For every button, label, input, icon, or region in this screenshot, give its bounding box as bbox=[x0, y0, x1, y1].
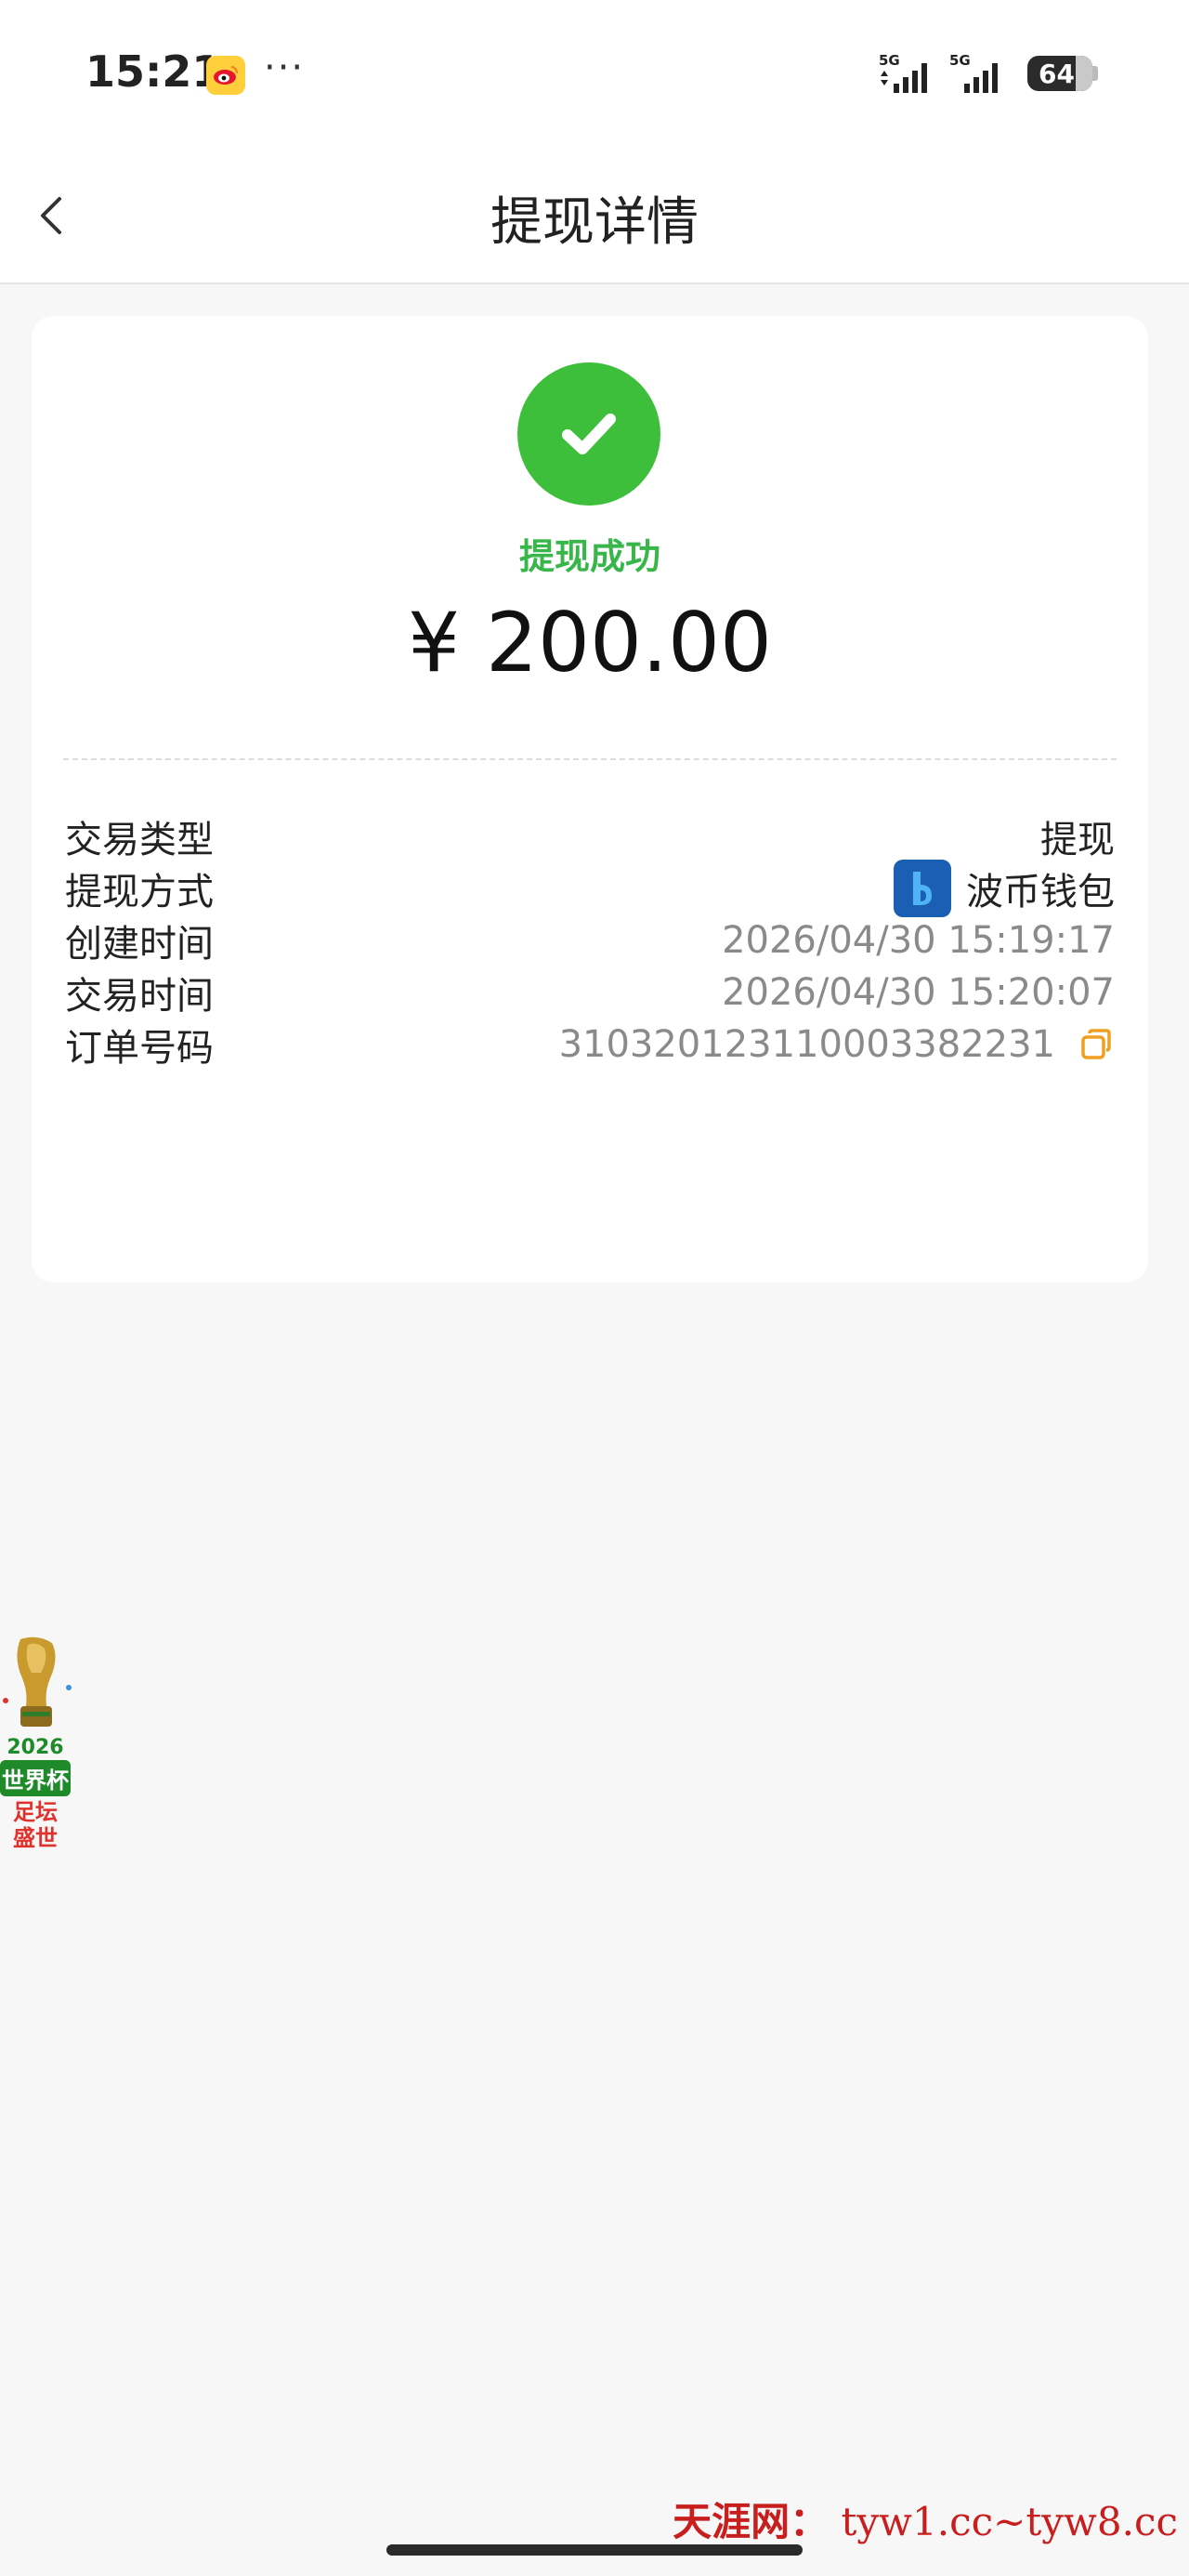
battery-indicator: 64 bbox=[1027, 56, 1098, 91]
status-text: 提现成功 bbox=[518, 536, 660, 577]
dashed-divider bbox=[63, 758, 1117, 760]
success-check-icon bbox=[517, 362, 660, 506]
status-time: 15:21 bbox=[85, 46, 222, 97]
signal-5g-icon: 5G bbox=[949, 52, 998, 93]
detail-row-transaction-time: 交易时间 2026/04/30 15:20:07 bbox=[65, 963, 1115, 1022]
status-bar: 15:21 ··· 5G 5G 64 bbox=[0, 0, 1189, 149]
wallet-logo-icon bbox=[894, 860, 951, 917]
detail-label: 提现方式 bbox=[65, 871, 214, 913]
detail-label: 交易时间 bbox=[65, 975, 214, 1018]
detail-row-type: 交易类型 提现 bbox=[65, 807, 1115, 866]
wallet-name: 波币钱包 bbox=[966, 871, 1115, 913]
order-number: 31032012311000338223​1 bbox=[558, 1023, 1055, 1066]
detail-value-order: 31032012311000338223​1 bbox=[559, 1023, 1115, 1066]
watermark-brand: 天涯网： bbox=[673, 2499, 830, 2544]
withdrawal-detail-card: 提现成功 ¥ 200.00 交易类型 提现 提现方式 波币钱包 创建时间 202… bbox=[32, 316, 1148, 1282]
promo-slogan-line: 盛世 bbox=[13, 1825, 58, 1851]
trophy-icon bbox=[3, 1636, 72, 1727]
detail-value: 2026/04/30 15:20:07 bbox=[722, 971, 1115, 1014]
promo-title: 世界杯 bbox=[0, 1760, 71, 1796]
detail-label: 订单号码 bbox=[65, 1027, 214, 1070]
signal-5g-icon: 5G bbox=[879, 52, 927, 93]
weibo-notification-icon bbox=[206, 56, 245, 95]
world-cup-promo-badge[interactable]: 2026 世界杯 足坛 盛世 bbox=[0, 1636, 74, 1877]
promo-slogan-line: 足坛 bbox=[13, 1799, 58, 1825]
detail-row-created: 创建时间 2026/04/30 15:19:17 bbox=[65, 911, 1115, 970]
copy-icon[interactable] bbox=[1078, 1026, 1115, 1063]
home-indicator[interactable] bbox=[386, 2544, 803, 2556]
amount: ¥ 200.00 bbox=[408, 595, 772, 690]
watermark: 天涯网： tyw1.cc~tyw8.cc bbox=[673, 2491, 1178, 2547]
nav-bar: 提现详情 bbox=[0, 149, 1189, 284]
signal-5g-label: 5G bbox=[949, 52, 971, 69]
detail-label: 创建时间 bbox=[65, 923, 214, 966]
battery-empty-segment bbox=[1076, 56, 1092, 91]
detail-value: 2026/04/30 15:19:17 bbox=[722, 919, 1115, 962]
more-notifications-icon: ··· bbox=[264, 46, 306, 89]
detail-value: 提现 bbox=[1040, 819, 1115, 861]
detail-row-method: 提现方式 波币钱包 bbox=[65, 859, 1115, 918]
detail-row-order-number: 订单号码 31032012311000338223​1 bbox=[65, 1015, 1115, 1074]
watermark-domains: tyw1.cc~tyw8.cc bbox=[841, 2499, 1178, 2544]
detail-label: 交易类型 bbox=[65, 819, 214, 861]
promo-slogan: 足坛 盛世 bbox=[11, 1799, 59, 1851]
promo-year: 2026 bbox=[7, 1736, 64, 1759]
detail-value-wallet: 波币钱包 bbox=[894, 860, 1115, 917]
page-title: 提现详情 bbox=[490, 192, 699, 253]
battery-level: 64 bbox=[1039, 58, 1075, 89]
signal-5g-label: 5G bbox=[879, 52, 900, 69]
